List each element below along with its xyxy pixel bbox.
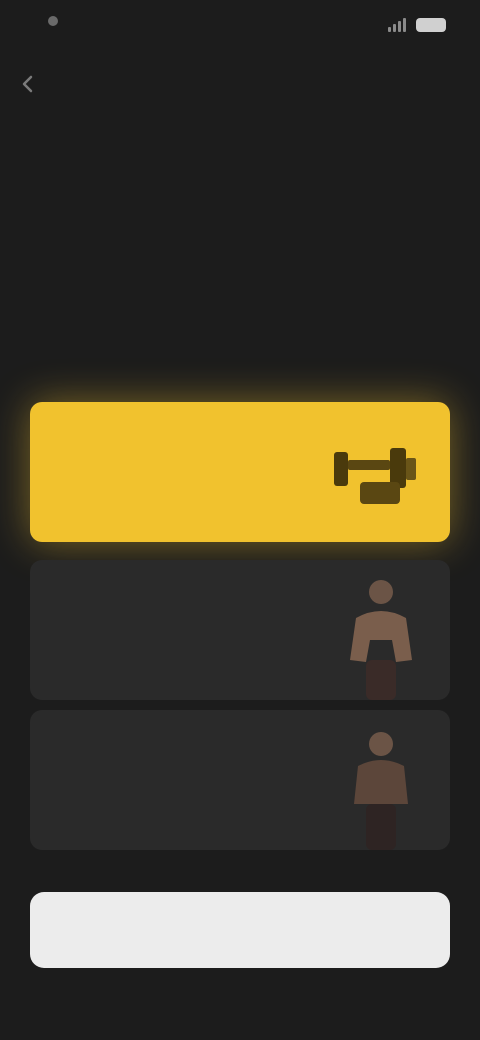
status-dot-icon	[48, 16, 58, 26]
back-button[interactable]	[10, 66, 46, 102]
workout-option-1[interactable]	[30, 402, 450, 542]
workout-option-3[interactable]	[30, 710, 450, 850]
workout-option-2[interactable]	[30, 560, 450, 700]
athlete-figure-image	[354, 732, 408, 850]
continue-button[interactable]	[30, 892, 450, 968]
athlete-figure-image	[350, 580, 412, 700]
dumbbell-icon	[334, 448, 416, 504]
status-bar	[0, 0, 480, 60]
chevron-left-icon	[22, 75, 33, 93]
status-left	[38, 16, 58, 26]
status-right	[388, 18, 446, 32]
battery-icon	[416, 18, 446, 32]
signal-icon	[388, 18, 406, 32]
